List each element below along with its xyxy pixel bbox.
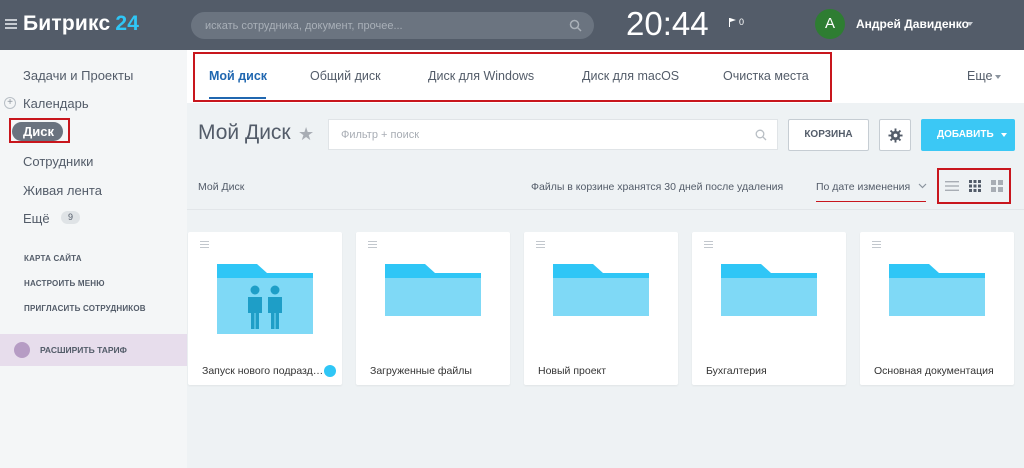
add-button[interactable]: ДОБАВИТЬ — [921, 119, 1015, 151]
chevron-down-icon[interactable] — [995, 75, 1001, 79]
folder-icon — [889, 264, 985, 316]
search-icon[interactable] — [569, 19, 582, 32]
top-bar: Битрикс24 20:44 0 А Андрей Давиденко — [0, 0, 1024, 50]
plus-icon[interactable]: + — [4, 97, 16, 109]
global-search — [191, 12, 594, 39]
menu-icon[interactable] — [5, 19, 17, 29]
star-icon[interactable]: ★ — [298, 124, 314, 145]
more-count-badge: 9 — [61, 211, 80, 224]
flag-icon — [729, 17, 736, 27]
search-icon[interactable] — [755, 129, 767, 141]
tab-disk-windows[interactable]: Диск для Windows — [428, 69, 534, 83]
chevron-down-icon[interactable] — [918, 183, 927, 189]
active-tab-indicator — [209, 97, 266, 99]
folder-icon — [553, 264, 649, 316]
sidebar-item-live-feed[interactable]: Живая лента — [23, 183, 102, 198]
user-name[interactable]: Андрей Давиденко — [856, 17, 969, 31]
tabs-more-button[interactable]: Еще — [967, 69, 992, 83]
sidebar-item-tasks[interactable]: Задачи и Проекты — [23, 68, 133, 83]
grid-view-icon[interactable] — [966, 177, 984, 195]
sidebar-item-disk[interactable]: Диск — [12, 122, 63, 141]
sitemap-link[interactable]: КАРТА САЙТА — [24, 254, 82, 263]
crown-icon — [14, 342, 30, 358]
card-menu-icon[interactable] — [200, 241, 209, 250]
card-menu-icon[interactable] — [368, 241, 377, 250]
notifications[interactable]: 0 — [729, 17, 744, 27]
tab-cleanup[interactable]: Очистка места — [723, 69, 809, 83]
folder-name[interactable]: Основная документация — [874, 365, 998, 377]
gear-icon — [888, 128, 903, 143]
card-menu-icon[interactable] — [704, 241, 713, 250]
shared-users-icon — [324, 365, 336, 377]
breadcrumb[interactable]: Мой Диск — [198, 181, 244, 193]
filter-search — [328, 119, 778, 150]
tab-my-disk[interactable]: Мой диск — [209, 69, 267, 83]
app-logo[interactable]: Битрикс 24 — [23, 12, 139, 36]
page-title: Мой Диск — [198, 121, 291, 144]
folder-card[interactable]: Основная документация — [860, 232, 1014, 385]
add-button-label: ДОБАВИТЬ — [937, 129, 994, 140]
large-tiles-icon[interactable] — [988, 177, 1006, 195]
card-menu-icon[interactable] — [872, 241, 881, 250]
folder-card[interactable]: Бухгалтерия — [692, 232, 846, 385]
logo-number: 24 — [115, 12, 140, 35]
logo-text: Битрикс — [23, 12, 111, 35]
annotation-sort-underline — [816, 201, 926, 202]
folder-name[interactable]: Запуск нового подразделения — [202, 365, 326, 377]
sidebar-item-employees[interactable]: Сотрудники — [23, 154, 93, 169]
filter-input[interactable] — [341, 127, 741, 143]
avatar[interactable]: А — [815, 9, 845, 39]
clock[interactable]: 20:44 — [626, 5, 709, 43]
list-view-icon[interactable] — [943, 177, 961, 195]
folder-name[interactable]: Новый проект — [538, 365, 662, 377]
upgrade-plan-label: РАСШИРИТЬ ТАРИФ — [40, 345, 127, 355]
invite-employees-link[interactable]: ПРИГЛАСИТЬ СОТРУДНИКОВ — [24, 304, 146, 313]
chevron-down-icon — [1001, 133, 1007, 137]
chevron-down-icon[interactable] — [967, 22, 973, 26]
notifications-count: 0 — [739, 17, 745, 27]
folder-icon — [385, 264, 481, 316]
folder-people-icon — [217, 264, 313, 334]
trash-button[interactable]: КОРЗИНА — [788, 119, 869, 151]
divider — [187, 209, 1024, 210]
folder-card[interactable]: Запуск нового подразделения — [188, 232, 342, 385]
search-input[interactable] — [205, 16, 555, 35]
sidebar-item-more[interactable]: Ещё — [23, 211, 50, 226]
sort-dropdown[interactable]: По дате изменения — [816, 181, 910, 193]
folder-card[interactable]: Загруженные файлы — [356, 232, 510, 385]
card-menu-icon[interactable] — [536, 241, 545, 250]
tab-shared-disk[interactable]: Общий диск — [310, 69, 381, 83]
configure-menu-link[interactable]: НАСТРОИТЬ МЕНЮ — [24, 279, 105, 288]
trash-retention-note: Файлы в корзине хранятся 30 дней после у… — [531, 181, 784, 193]
folder-name[interactable]: Загруженные файлы — [370, 365, 494, 377]
settings-button[interactable] — [879, 119, 911, 151]
folder-card[interactable]: Новый проект — [524, 232, 678, 385]
folder-name[interactable]: Бухгалтерия — [706, 365, 830, 377]
folder-icon — [721, 264, 817, 316]
sidebar-item-calendar[interactable]: Календарь — [23, 96, 89, 111]
upgrade-plan-button[interactable]: РАСШИРИТЬ ТАРИФ — [0, 334, 187, 366]
tab-disk-macos[interactable]: Диск для macOS — [582, 69, 679, 83]
